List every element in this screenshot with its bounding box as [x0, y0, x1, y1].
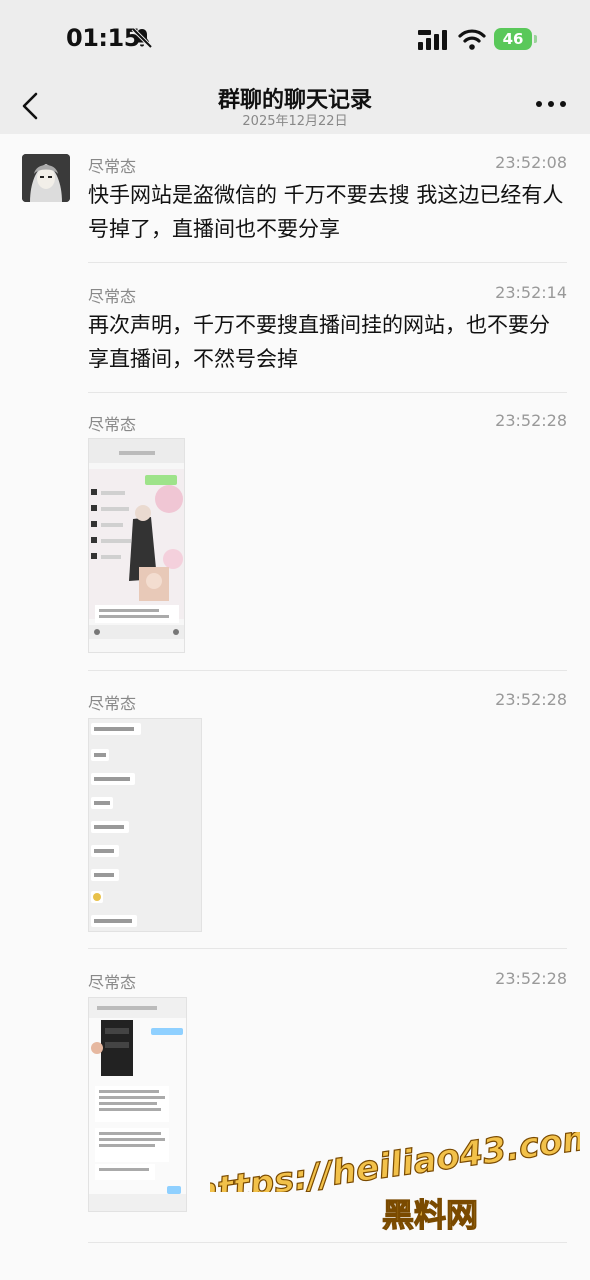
watermark-name: 黑料网	[381, 1195, 478, 1234]
message-sender: 尽常态	[88, 415, 137, 434]
message-divider	[88, 262, 567, 263]
bell-muted-icon	[131, 27, 153, 49]
image-thumbnail[interactable]	[88, 997, 187, 1212]
battery-tip	[534, 35, 537, 43]
message-time: 23:52:08	[495, 153, 567, 172]
message-divider	[88, 392, 567, 393]
nav-bar: 群聊的聊天记录 2025年12月22日	[0, 80, 590, 134]
message-time: 23:52:28	[495, 411, 567, 430]
message-time: 23:52:14	[495, 283, 567, 302]
message-time: 23:52:28	[495, 969, 567, 988]
battery-indicator: 46	[494, 28, 532, 50]
message-time: 23:52:28	[495, 690, 567, 709]
image-thumbnail[interactable]	[88, 718, 202, 932]
message-text[interactable]: 再次声明，千万不要搜直播间挂的网站，也不要分享直播间，不然号会掉	[88, 308, 568, 376]
watermark-url: https://heiliao43.com	[210, 1132, 580, 1192]
message-text[interactable]: 快手网站是盗微信的 千万不要去搜 我这边已经有人号掉了，直播间也不要分享	[88, 178, 568, 246]
image-thumbnail[interactable]	[88, 438, 185, 653]
svg-text:https://heiliao43.com: https://heiliao43.com	[210, 1132, 580, 1192]
wifi-icon	[458, 29, 486, 50]
message-sender: 尽常态	[88, 694, 137, 713]
message-sender: 尽常态	[88, 287, 137, 306]
page-subtitle: 2025年12月22日	[242, 114, 348, 129]
message-sender: 尽常态	[88, 973, 137, 992]
message-divider	[88, 1242, 567, 1243]
svg-text:黑料网: 黑料网	[382, 1196, 478, 1234]
signal-icon	[418, 30, 447, 50]
avatar[interactable]	[22, 154, 70, 202]
message-sender: 尽常态	[88, 157, 137, 176]
status-bar: 01:15 46	[0, 0, 590, 80]
message-divider	[88, 670, 567, 671]
more-icon[interactable]	[534, 92, 568, 116]
status-time: 01:15	[66, 24, 140, 52]
message-divider	[88, 948, 567, 949]
